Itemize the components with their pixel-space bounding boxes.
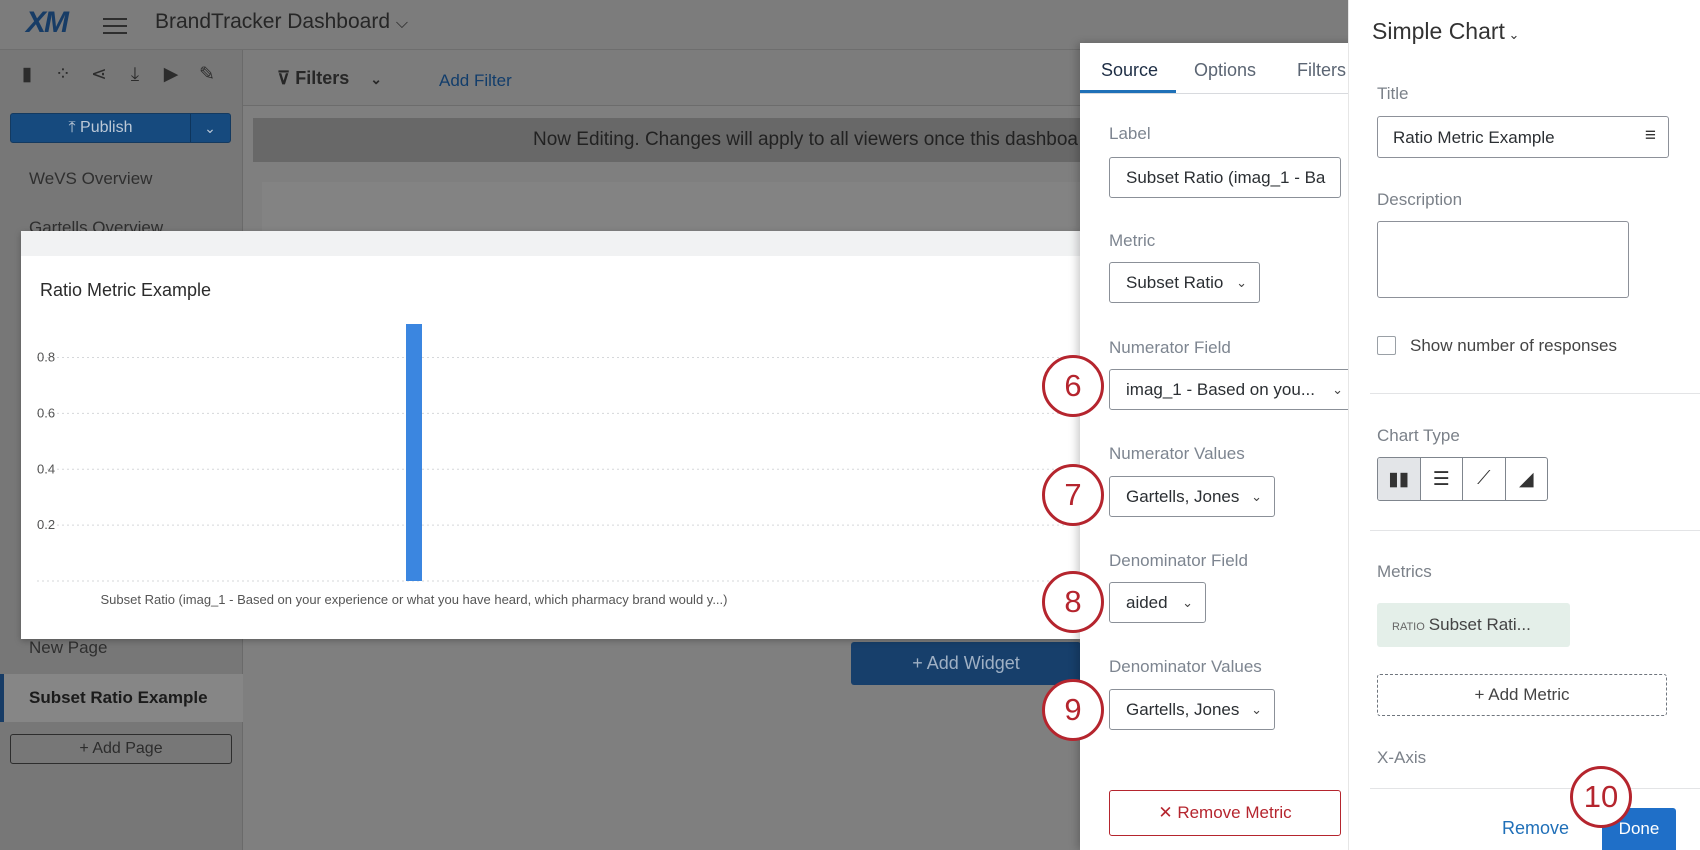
publish-label[interactable]: ⤒ Publish xyxy=(11,114,191,142)
denominator-field-label: Denominator Field xyxy=(1109,551,1248,570)
denominator-values-label: Denominator Values xyxy=(1109,657,1262,676)
numerator-values-select[interactable]: Gartells, Jones ⌄ xyxy=(1109,476,1275,517)
y-tick-label: 0.8 xyxy=(37,350,55,365)
download-icon[interactable]: ⤓ xyxy=(124,64,146,86)
publish-button[interactable]: ⤒ Publish ⌄ xyxy=(10,113,231,143)
publish-dropdown-icon[interactable]: ⌄ xyxy=(190,114,230,142)
filters-toggle[interactable]: ⊽ Filters ⌄ xyxy=(277,68,382,89)
chevron-down-icon: ⌄ xyxy=(1236,275,1247,290)
label-field-label: Label xyxy=(1109,124,1151,143)
label-input[interactable]: Subset Ratio (imag_1 - Ba xyxy=(1109,157,1341,198)
xm-logo: XM xyxy=(26,6,69,39)
divider xyxy=(1370,788,1700,789)
step-marker-7: 7 xyxy=(1042,464,1104,526)
title-label: Title xyxy=(1377,84,1409,103)
dashboard-title[interactable]: BrandTracker Dashboard ⌵ xyxy=(155,10,408,34)
step-marker-8: 8 xyxy=(1042,571,1104,633)
filter-icon: ⊽ xyxy=(277,68,291,88)
bar xyxy=(406,324,422,581)
line-chart-icon[interactable]: ⟋ xyxy=(1463,458,1506,500)
metrics-label: Metrics xyxy=(1377,562,1432,581)
step-marker-6: 6 xyxy=(1042,355,1104,417)
chart-type-label: Chart Type xyxy=(1377,426,1460,445)
chevron-down-icon: ⌄ xyxy=(1182,595,1193,610)
bar-chart-icon[interactable]: ▮ xyxy=(16,64,38,86)
area-chart-icon[interactable]: ◢ xyxy=(1506,458,1548,500)
metric-select[interactable]: Subset Ratio ⌄ xyxy=(1109,262,1260,303)
x-category-label: Subset Ratio (imag_1 - Based on your exp… xyxy=(101,592,728,607)
step-marker-10: 10 xyxy=(1570,766,1632,828)
chevron-down-icon: ⌄ xyxy=(1251,489,1262,504)
metric-label: Metric xyxy=(1109,231,1156,250)
x-axis-label: X-Axis xyxy=(1377,748,1427,767)
nav-page-wevs-overview[interactable]: WeVS Overview xyxy=(29,169,152,189)
y-tick-label: 0.2 xyxy=(37,517,55,532)
step-marker-9: 9 xyxy=(1042,679,1104,741)
scatter-icon[interactable]: ⁘ xyxy=(52,64,74,86)
y-tick-label: 0.4 xyxy=(37,461,55,476)
hamburger-menu-icon[interactable] xyxy=(103,13,127,39)
numerator-field-label: Numerator Field xyxy=(1109,338,1231,357)
bar-chart: 0.2 0.4 0.6 0.8 Subset Ratio (imag_1 - Based… xyxy=(37,324,1081,607)
show-responses-checkbox[interactable] xyxy=(1377,336,1396,355)
paintbrush-icon[interactable]: ✎ xyxy=(196,64,218,86)
widget-type-select[interactable]: Simple Chart ⌄ xyxy=(1372,18,1519,45)
tab-filters[interactable]: Filters xyxy=(1297,60,1346,81)
share-icon[interactable]: ⋖ xyxy=(88,64,110,86)
bar-chart-icon[interactable]: ▮▮ xyxy=(1378,458,1421,500)
editing-banner: Now Editing. Changes will apply to all v… xyxy=(253,118,1113,162)
divider xyxy=(1370,530,1700,531)
tab-divider xyxy=(1080,93,1370,94)
add-page-button[interactable]: + Add Page xyxy=(10,734,232,764)
remove-metric-button[interactable]: ✕ Remove Metric xyxy=(1109,790,1341,836)
title-input[interactable]: Ratio Metric Example ≡ xyxy=(1377,116,1669,158)
text-format-icon[interactable]: ≡ xyxy=(1645,125,1656,147)
tab-source[interactable]: Source xyxy=(1101,60,1158,81)
add-filter-link[interactable]: Add Filter xyxy=(439,71,512,91)
chevron-down-icon: ⌄ xyxy=(1251,702,1262,717)
metric-chip[interactable]: RATIO Subset Rati... xyxy=(1377,603,1570,647)
chart-type-selector: ▮▮ ☰ ⟋ ◢ xyxy=(1377,457,1548,501)
denominator-values-select[interactable]: Gartells, Jones ⌄ xyxy=(1109,689,1275,730)
divider xyxy=(1370,393,1700,394)
nav-page-active[interactable]: Subset Ratio Example xyxy=(0,674,243,722)
tab-options[interactable]: Options xyxy=(1194,60,1256,81)
sidebar-toolbar: ▮ ⁘ ⋖ ⤓ ▶ ✎ xyxy=(16,64,218,86)
y-tick-label: 0.6 xyxy=(37,405,55,420)
numerator-values-label: Numerator Values xyxy=(1109,444,1245,463)
numerator-field-select[interactable]: imag_1 - Based on you... ⌄ xyxy=(1109,369,1356,410)
show-responses-label: Show number of responses xyxy=(1410,336,1617,355)
denominator-field-select[interactable]: aided ⌄ xyxy=(1109,582,1206,623)
description-textarea[interactable] xyxy=(1377,221,1629,298)
add-metric-button[interactable]: + Add Metric xyxy=(1377,674,1667,716)
remove-widget-button[interactable]: Remove xyxy=(1502,818,1569,839)
nav-page-new-page[interactable]: New Page xyxy=(29,638,107,658)
description-label: Description xyxy=(1377,190,1463,209)
horizontal-bar-icon[interactable]: ☰ xyxy=(1421,458,1463,500)
play-icon[interactable]: ▶ xyxy=(160,64,182,86)
add-widget-button[interactable]: + Add Widget xyxy=(851,642,1081,685)
chevron-down-icon: ⌄ xyxy=(1332,382,1343,397)
